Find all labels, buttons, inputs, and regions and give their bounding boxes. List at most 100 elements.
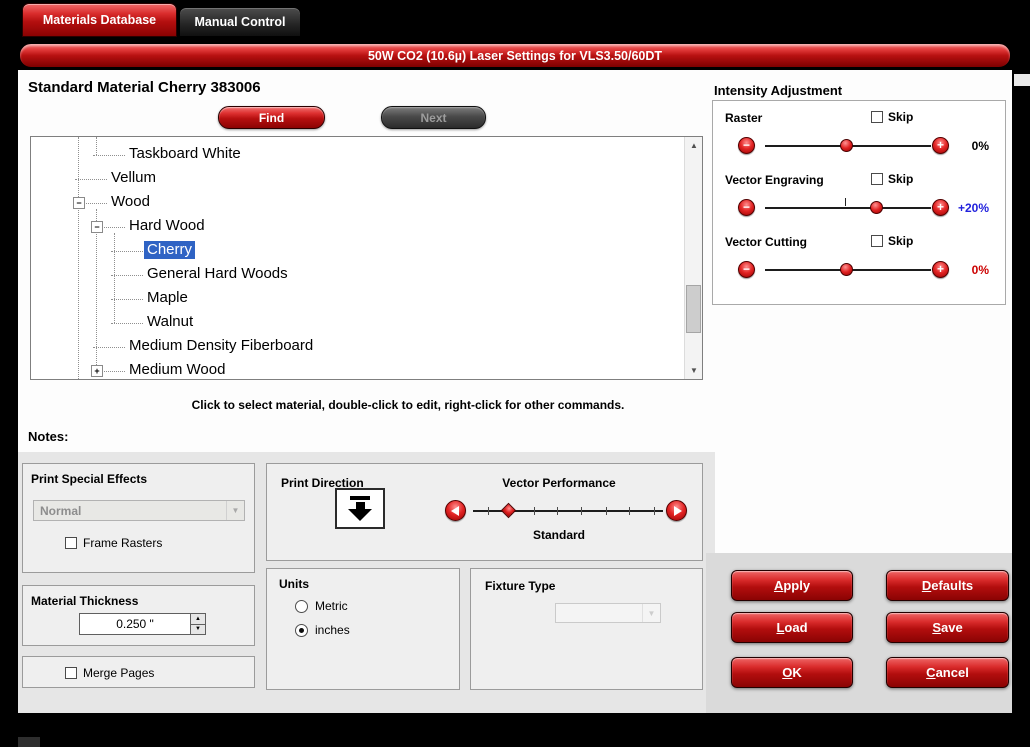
down-arrow-icon bbox=[350, 496, 370, 500]
checkbox-box[interactable] bbox=[871, 173, 883, 185]
tree-connector bbox=[93, 155, 125, 156]
performance-decrease-button[interactable] bbox=[445, 500, 466, 521]
step-up-icon[interactable]: ▲ bbox=[191, 614, 205, 625]
slider-tick bbox=[533, 507, 535, 515]
cancel-button[interactable]: Cancel bbox=[886, 657, 1009, 688]
slider-thumb[interactable] bbox=[870, 201, 884, 214]
tab-materials-database[interactable]: Materials Database bbox=[22, 3, 177, 37]
tree-item[interactable]: + Medium Wood bbox=[31, 359, 683, 379]
scroll-up-icon[interactable]: ▲ bbox=[685, 137, 702, 154]
row-label: Vector Engraving bbox=[725, 173, 824, 187]
tree-connector bbox=[111, 251, 143, 252]
find-button[interactable]: Find bbox=[218, 106, 325, 129]
vector-engraving-intensity-row: Vector Engraving Skip − + +20% bbox=[713, 169, 1005, 231]
tree-item[interactable]: − Hard Wood bbox=[31, 215, 683, 239]
performance-value: Standard bbox=[532, 528, 585, 542]
slider-tick bbox=[653, 507, 655, 515]
scrollbar-thumb[interactable] bbox=[686, 285, 701, 333]
slider-tick bbox=[488, 507, 490, 515]
radio-metric[interactable]: Metric bbox=[295, 599, 348, 613]
thickness-input[interactable]: 0.250 " bbox=[79, 613, 191, 635]
raster-intensity-row: Raster Skip − + 0% bbox=[713, 107, 1005, 169]
window-edge-fragment bbox=[1014, 74, 1030, 86]
collapse-icon[interactable]: − bbox=[73, 197, 85, 209]
laser-settings-banner: 50W CO2 (10.6µ) Laser Settings for VLS3.… bbox=[18, 42, 1012, 69]
tab-manual-control[interactable]: Manual Control bbox=[179, 7, 301, 37]
checkbox-label: Skip bbox=[888, 172, 914, 186]
row-label: Vector Cutting bbox=[725, 235, 808, 249]
checkbox-box[interactable] bbox=[65, 667, 77, 679]
slider-tick bbox=[556, 507, 558, 515]
tree-item-label: General Hard Woods bbox=[147, 265, 288, 282]
increase-button[interactable]: + bbox=[932, 199, 949, 216]
tree-item[interactable]: − Wood bbox=[31, 191, 683, 215]
radio-circle-selected[interactable] bbox=[295, 623, 308, 637]
performance-slider-track[interactable] bbox=[473, 502, 663, 519]
scroll-down-icon[interactable]: ▼ bbox=[685, 362, 702, 379]
tree-scrollbar[interactable]: ▲ ▼ bbox=[684, 137, 702, 379]
button-label: Load bbox=[776, 620, 808, 635]
engraving-skip-checkbox[interactable]: Skip bbox=[871, 172, 913, 186]
screen: Materials Database Manual Control 50W CO… bbox=[0, 0, 1030, 747]
button-label: Defaults bbox=[921, 578, 974, 593]
tree-item[interactable]: Vellum bbox=[31, 167, 683, 191]
row-label: Raster bbox=[725, 111, 763, 125]
performance-increase-button[interactable] bbox=[666, 500, 687, 521]
slider-thumb[interactable] bbox=[840, 139, 854, 152]
taskbar-fragment bbox=[18, 737, 40, 747]
checkbox-box[interactable] bbox=[65, 537, 77, 549]
engraving-intensity-value: +20% bbox=[957, 201, 989, 215]
next-button-label: Next bbox=[420, 110, 447, 125]
print-special-effects-group: Print Special Effects Normal ▼ Frame Ras… bbox=[22, 463, 255, 573]
expand-icon[interactable]: + bbox=[91, 365, 103, 377]
cutting-slider-track[interactable] bbox=[765, 263, 931, 276]
slider-tick bbox=[628, 507, 630, 515]
print-direction-down-button[interactable] bbox=[335, 488, 385, 529]
step-down-icon[interactable]: ▼ bbox=[191, 625, 205, 635]
radio-circle[interactable] bbox=[295, 599, 308, 613]
increase-button[interactable]: + bbox=[932, 261, 949, 278]
checkbox-box[interactable] bbox=[871, 235, 883, 247]
tree-item-label: Cherry bbox=[144, 241, 196, 259]
special-effects-dropdown[interactable]: Normal ▼ bbox=[33, 500, 245, 521]
chevron-down-icon: ▼ bbox=[642, 604, 660, 622]
merge-pages-checkbox[interactable]: Merge Pages bbox=[65, 666, 154, 680]
decrease-button[interactable]: − bbox=[738, 137, 755, 154]
decrease-button[interactable]: − bbox=[738, 261, 755, 278]
tree-item[interactable]: Maple bbox=[31, 287, 683, 311]
collapse-icon[interactable]: − bbox=[91, 221, 103, 233]
load-button[interactable]: Load bbox=[731, 612, 853, 643]
engraving-slider-track[interactable] bbox=[765, 198, 931, 214]
button-label: Apply bbox=[773, 578, 811, 593]
radio-label: Metric bbox=[315, 599, 348, 613]
group-title: Units bbox=[279, 577, 309, 591]
next-button[interactable]: Next bbox=[381, 106, 486, 129]
save-button[interactable]: Save bbox=[886, 612, 1009, 643]
tree-item-label: Maple bbox=[147, 289, 188, 306]
performance-slider-thumb[interactable] bbox=[500, 502, 517, 519]
defaults-button[interactable]: Defaults bbox=[886, 570, 1009, 601]
tree-item[interactable]: Walnut bbox=[31, 311, 683, 335]
tree-item[interactable]: Medium Density Fiberboard bbox=[31, 335, 683, 359]
tree-connector bbox=[75, 179, 107, 180]
thickness-stepper[interactable]: ▲ ▼ bbox=[191, 613, 206, 635]
raster-skip-checkbox[interactable]: Skip bbox=[871, 110, 913, 124]
apply-button[interactable]: Apply bbox=[731, 570, 853, 601]
down-arrow-icon bbox=[348, 509, 372, 521]
radio-label: inches bbox=[315, 623, 350, 637]
slider-tick bbox=[581, 507, 583, 515]
checkbox-box[interactable] bbox=[871, 111, 883, 123]
frame-rasters-checkbox[interactable]: Frame Rasters bbox=[65, 536, 162, 550]
increase-button[interactable]: + bbox=[932, 137, 949, 154]
fixture-type-group: Fixture Type ▼ bbox=[470, 568, 703, 690]
tree-item-selected[interactable]: Cherry bbox=[31, 239, 683, 263]
cutting-skip-checkbox[interactable]: Skip bbox=[871, 234, 913, 248]
raster-slider-track[interactable] bbox=[765, 139, 931, 152]
tree-item[interactable]: Taskboard White bbox=[31, 143, 683, 167]
slider-thumb[interactable] bbox=[840, 263, 854, 276]
tree-item[interactable]: General Hard Woods bbox=[31, 263, 683, 287]
decrease-button[interactable]: − bbox=[738, 199, 755, 216]
ok-button[interactable]: OK bbox=[731, 657, 853, 688]
radio-inches[interactable]: inches bbox=[295, 623, 350, 637]
fixture-type-dropdown[interactable]: ▼ bbox=[555, 603, 661, 623]
